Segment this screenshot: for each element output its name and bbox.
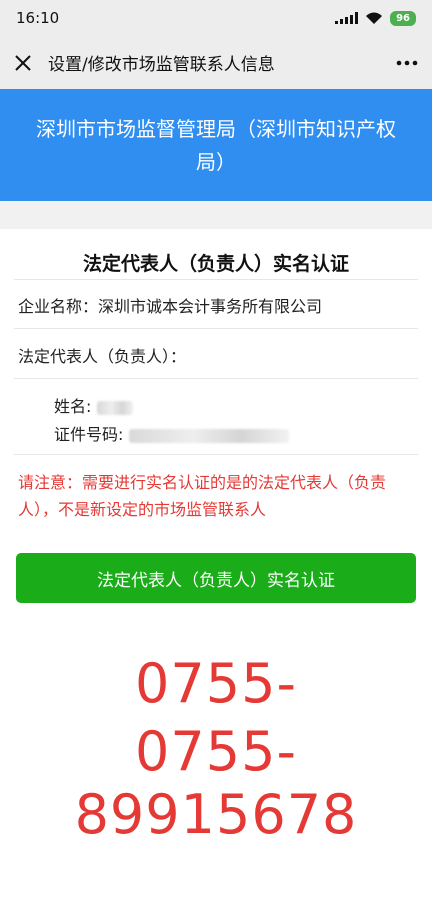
- card-title: 法定代表人（负责人）实名认证: [82, 253, 349, 275]
- masked-name: [96, 400, 133, 415]
- divider: [14, 328, 418, 329]
- status-bar: 16:10 96: [0, 0, 432, 36]
- legal-rep-label: 法定代表人（负责人）：: [18, 347, 187, 366]
- nav-bar: 设置/修改市场监管联系人信息: [0, 36, 432, 89]
- nav-title: 设置/修改市场监管联系人信息: [48, 55, 275, 75]
- close-icon[interactable]: [14, 54, 32, 72]
- signal-icon: [335, 12, 359, 24]
- id-row: 证件号码:: [54, 421, 289, 445]
- status-time: 16:10: [16, 9, 60, 27]
- name-label: 姓名:: [54, 397, 92, 416]
- company-name: 企业名称：深圳市诚本会计事务所有限公司: [18, 297, 323, 316]
- agency-banner: 深圳市市场监督管理局（深圳市知识产权局）: [0, 89, 432, 201]
- divider: [14, 279, 418, 280]
- divider: [14, 378, 418, 379]
- masked-id-number: [128, 428, 289, 443]
- name-row: 姓名:: [54, 393, 133, 417]
- notice-text: 请注意：需要进行实名认证的是的法定代表人（负责人），不是新设定的市场监管联系人: [18, 473, 387, 519]
- verification-card: 法定代表人（负责人）实名认证 企业名称：深圳市诚本会计事务所有限公司 法定代表人…: [0, 229, 432, 633]
- status-icons: 96: [335, 10, 416, 26]
- more-icon[interactable]: [396, 60, 418, 66]
- battery-badge: 96: [390, 10, 416, 26]
- divider: [14, 454, 418, 455]
- verify-button[interactable]: 法定代表人（负责人）实名认证: [16, 553, 416, 603]
- wifi-icon: [366, 12, 383, 24]
- id-label: 证件号码:: [54, 425, 124, 444]
- phone-number-2: 0755-89915678: [0, 720, 432, 846]
